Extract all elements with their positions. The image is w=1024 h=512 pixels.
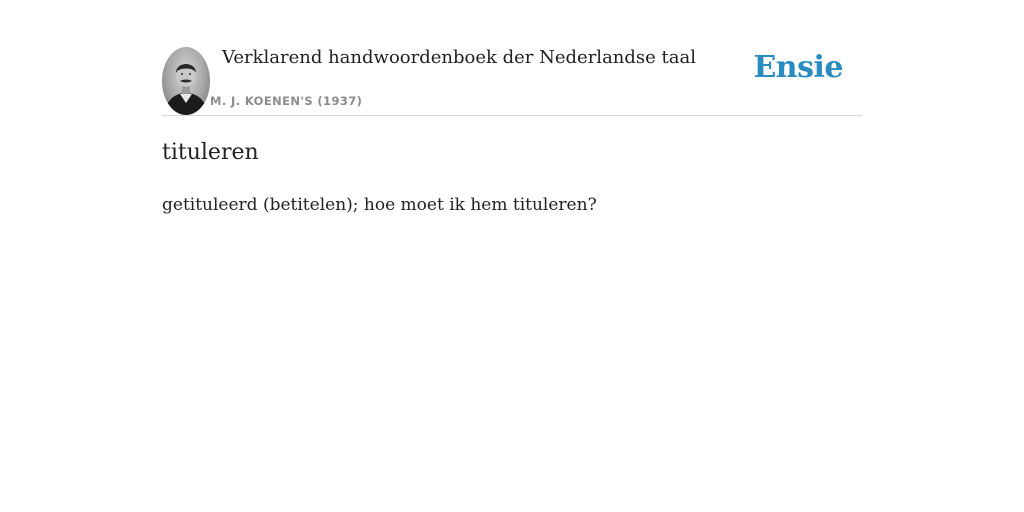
author-portrait-icon bbox=[162, 47, 210, 115]
dictionary-author: M. J. KOENEN'S (1937) bbox=[210, 94, 363, 108]
entry-headword: tituleren bbox=[162, 140, 259, 165]
dictionary-title: Verklarend handwoordenboek der Nederland… bbox=[222, 47, 696, 68]
page-header: Verklarend handwoordenboek der Nederland… bbox=[162, 40, 862, 116]
ensie-logo-link[interactable]: Ensie bbox=[753, 50, 843, 85]
entry-definition: getituleerd (betitelen); hoe moet ik hem… bbox=[162, 195, 597, 215]
